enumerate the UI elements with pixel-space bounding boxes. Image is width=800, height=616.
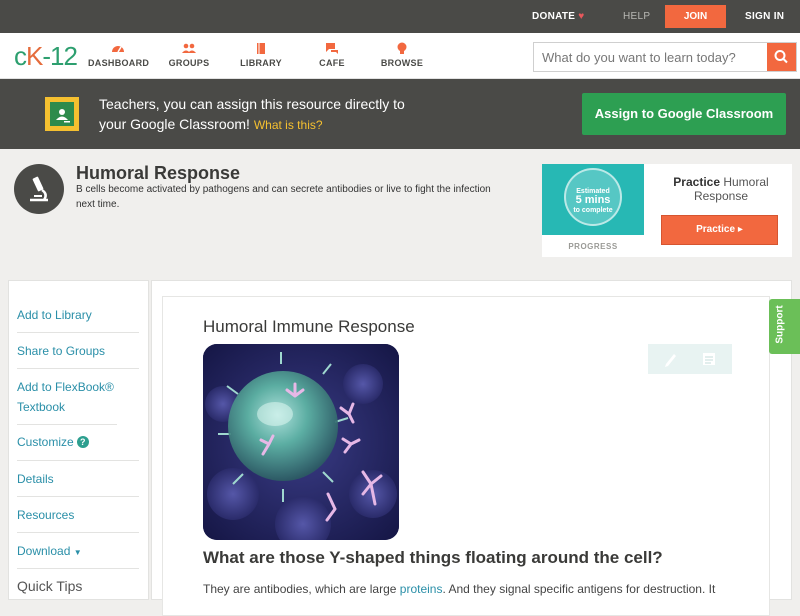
nav-dashboard[interactable]: DASHBOARD bbox=[88, 41, 149, 68]
b-cell-antibodies-image bbox=[203, 344, 399, 540]
content-panel: Humoral Immune Response What are those Y… bbox=[162, 296, 770, 616]
concept-description: B cells become activated by pathogens an… bbox=[76, 184, 491, 210]
nav-groups[interactable]: GROUPS bbox=[167, 41, 211, 68]
support-tab[interactable]: Support bbox=[769, 299, 800, 354]
practice-card: Estimated 5 mins to complete PROGRESS Pr… bbox=[542, 164, 792, 257]
concept-title: Humoral Response bbox=[76, 163, 241, 183]
groups-icon bbox=[182, 43, 196, 53]
library-icon bbox=[257, 43, 265, 54]
ck12-logo[interactable]: cK-12 bbox=[14, 41, 78, 72]
help-icon[interactable]: ? bbox=[76, 436, 89, 448]
cafe-icon bbox=[326, 43, 338, 54]
content-tools bbox=[648, 344, 732, 374]
search-box bbox=[533, 42, 797, 72]
customize-link[interactable]: Customize? bbox=[17, 425, 139, 461]
resources-link[interactable]: Resources bbox=[17, 497, 139, 533]
nav-library[interactable]: LIBRARY bbox=[239, 41, 283, 68]
download-link[interactable]: Download ▼ bbox=[17, 533, 139, 569]
dashboard-icon bbox=[112, 46, 124, 53]
estimated-time-badge: Estimated 5 mins to complete bbox=[564, 168, 622, 226]
main-nav: cK-12 DASHBOARD GROUPS LIBRARY CAFE BROW… bbox=[0, 33, 800, 79]
chevron-right-icon: ▸ bbox=[737, 224, 743, 235]
top-utility-bar: DONATE ♥ HELP JOIN SIGN IN bbox=[0, 0, 800, 33]
nav-browse[interactable]: BROWSE bbox=[380, 41, 424, 68]
banner-text: Teachers, you can assign this resource d… bbox=[99, 96, 405, 132]
browse-icon bbox=[397, 42, 407, 54]
notes-icon[interactable] bbox=[700, 350, 718, 368]
nav-cafe[interactable]: CAFE bbox=[315, 41, 349, 68]
add-to-flexbook-link[interactable]: Add to FlexBook® Textbook bbox=[17, 369, 117, 425]
practice-title: Practice Humoral Response bbox=[673, 175, 769, 203]
help-link[interactable]: HELP bbox=[623, 11, 650, 22]
what-is-this-link[interactable]: What is this? bbox=[254, 118, 323, 132]
join-button[interactable]: JOIN bbox=[665, 5, 726, 28]
search-icon bbox=[774, 50, 788, 64]
search-input[interactable] bbox=[534, 43, 768, 71]
quick-tips-heading: Quick Tips bbox=[17, 578, 83, 594]
main-content: Humoral Immune Response What are those Y… bbox=[151, 280, 792, 616]
microscope-icon bbox=[14, 164, 64, 214]
sign-in-link[interactable]: SIGN IN bbox=[745, 11, 784, 22]
share-to-groups-link[interactable]: Share to Groups bbox=[17, 333, 139, 369]
search-button[interactable] bbox=[767, 43, 796, 71]
heart-icon: ♥ bbox=[578, 11, 585, 22]
google-classroom-icon bbox=[45, 97, 79, 131]
google-classroom-banner: Teachers, you can assign this resource d… bbox=[0, 79, 800, 149]
practice-progress-image: Estimated 5 mins to complete bbox=[542, 164, 644, 235]
proteins-link[interactable]: proteins bbox=[400, 582, 443, 596]
donate-link[interactable]: DONATE ♥ bbox=[532, 11, 585, 22]
resource-sidebar: Add to Library Share to Groups Add to Fl… bbox=[8, 280, 149, 600]
details-link[interactable]: Details bbox=[17, 461, 139, 497]
caret-down-icon: ▼ bbox=[73, 548, 82, 557]
progress-label: PROGRESS bbox=[568, 242, 618, 251]
intro-paragraph: They are antibodies, which are large pro… bbox=[203, 582, 716, 596]
practice-button[interactable]: Practice ▸ bbox=[661, 215, 778, 245]
question-heading: What are those Y-shaped things floating … bbox=[203, 548, 663, 567]
add-to-library-link[interactable]: Add to Library bbox=[17, 297, 139, 333]
pencil-icon[interactable] bbox=[662, 350, 680, 368]
section-title: Humoral Immune Response bbox=[203, 317, 415, 336]
assign-to-google-classroom-button[interactable]: Assign to Google Classroom bbox=[582, 93, 786, 135]
